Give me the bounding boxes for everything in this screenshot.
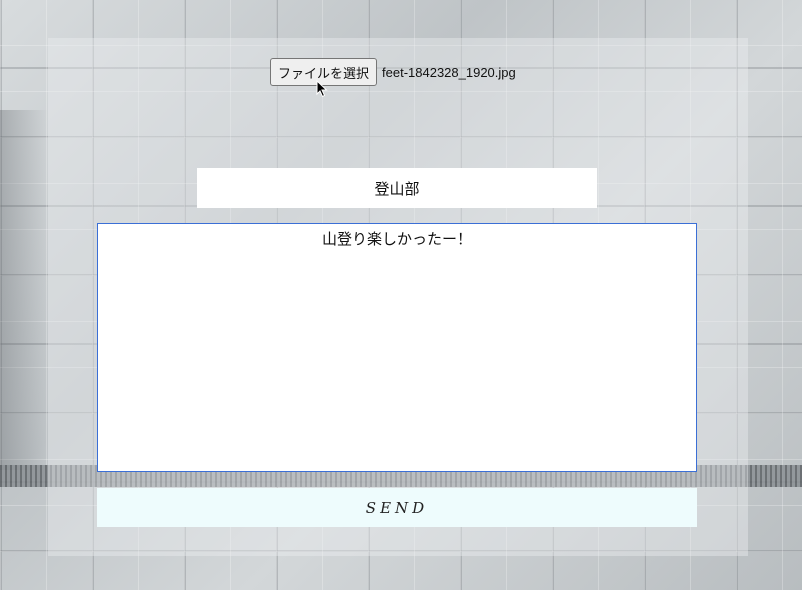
body-textarea[interactable]: 山登り楽しかったー！ (97, 223, 697, 472)
mouse-pointer-icon (316, 80, 328, 98)
background-shadow (0, 110, 48, 470)
file-upload-row: ファイルを選択 feet-1842328_1920.jpg (270, 58, 516, 86)
title-input[interactable]: 登山部 (197, 168, 597, 208)
send-button[interactable]: SEND (97, 488, 697, 527)
selected-file-name: feet-1842328_1920.jpg (382, 64, 516, 80)
